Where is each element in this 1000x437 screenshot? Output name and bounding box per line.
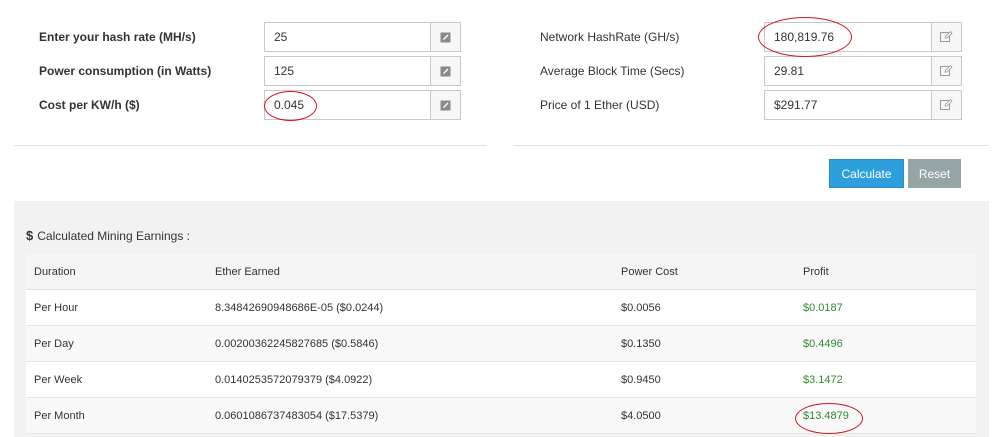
ether-price-input[interactable] <box>765 91 931 119</box>
profit-cell: $13.4879 <box>795 397 976 434</box>
duration-cell: Per Week <box>26 361 207 398</box>
edit-icon[interactable] <box>430 57 460 85</box>
results-title-text: Calculated Mining Earnings : <box>37 228 190 243</box>
hash-rate-input[interactable] <box>265 23 430 51</box>
duration-cell: Per Hour <box>26 289 207 326</box>
results-panel: $ Calculated Mining Earnings : Duration … <box>14 201 989 437</box>
table-row: Per Hour 8.34842690948686E-05 ($0.0244) … <box>26 289 976 326</box>
network-hashrate-field <box>764 22 962 52</box>
ether-earned-cell: 0.0601086737483054 ($17.5379) <box>207 397 613 434</box>
ether-price-field <box>764 90 962 120</box>
power-consumption-field <box>264 56 461 86</box>
power-cost-cell: $0.0056 <box>613 289 795 326</box>
table-row: Per Month 0.0601086737483054 ($17.5379) … <box>26 397 976 434</box>
profit-cell: $3.1472 <box>795 361 976 398</box>
column-header-duration: Duration <box>26 254 207 290</box>
earnings-table: Duration Ether Earned Power Cost Profit … <box>26 254 976 434</box>
network-hashrate-label: Network HashRate (GH/s) <box>540 30 680 44</box>
ether-earned-cell: 0.0140253572079379 ($4.0922) <box>207 361 613 398</box>
results-title: $ Calculated Mining Earnings : <box>26 228 190 243</box>
network-hashrate-label-row: Network HashRate (GH/s) <box>540 30 679 44</box>
duration-cell: Per Day <box>26 325 207 362</box>
ether-price-label: Price of 1 Ether (USD) <box>540 98 660 112</box>
edit-icon[interactable] <box>931 57 961 85</box>
duration-cell: Per Month <box>26 397 207 434</box>
power-cost-cell: $4.0500 <box>613 397 795 434</box>
left-divider <box>14 145 487 146</box>
column-header-ether-earned: Ether Earned <box>207 254 613 290</box>
profit-cell: $0.0187 <box>795 289 976 326</box>
edit-icon[interactable] <box>430 91 460 119</box>
ether-price-label-row: Price of 1 Ether (USD) <box>540 98 659 112</box>
column-header-profit: Profit <box>795 254 976 290</box>
right-divider <box>514 145 989 146</box>
hash-rate-label-row: Enter your hash rate (MH/s) <box>39 30 196 44</box>
ether-earned-cell: 8.34842690948686E-05 ($0.0244) <box>207 289 613 326</box>
edit-icon[interactable] <box>430 23 460 51</box>
network-hashrate-input[interactable] <box>765 23 931 51</box>
hash-rate-field <box>264 22 461 52</box>
table-row: Per Week 0.0140253572079379 ($4.0922) $0… <box>26 361 976 398</box>
block-time-label-row: Average Block Time (Secs) <box>540 64 685 78</box>
power-consumption-label: Power consumption (in Watts) <box>39 64 212 78</box>
table-header-row: Duration Ether Earned Power Cost Profit <box>26 254 976 290</box>
power-label-row: Power consumption (in Watts) <box>39 64 211 78</box>
cost-per-kwh-field <box>264 90 461 120</box>
power-cost-cell: $0.1350 <box>613 325 795 362</box>
column-header-power-cost: Power Cost <box>613 254 795 290</box>
power-consumption-input[interactable] <box>265 57 430 85</box>
block-time-input[interactable] <box>765 57 931 85</box>
profit-cell: $0.4496 <box>795 325 976 362</box>
block-time-field <box>764 56 962 86</box>
hash-rate-label: Enter your hash rate (MH/s) <box>39 30 196 44</box>
reset-button[interactable]: Reset <box>908 159 961 188</box>
dollar-icon: $ <box>26 228 34 243</box>
edit-icon[interactable] <box>931 91 961 119</box>
block-time-label: Average Block Time (Secs) <box>540 64 685 78</box>
edit-icon[interactable] <box>931 23 961 51</box>
power-cost-cell: $0.9450 <box>613 361 795 398</box>
ether-earned-cell: 0.00200362245827685 ($0.5846) <box>207 325 613 362</box>
cost-label-row: Cost per KW/h ($) <box>39 98 140 112</box>
calculate-button[interactable]: Calculate <box>829 159 904 188</box>
cost-per-kwh-label: Cost per KW/h ($) <box>39 98 140 112</box>
cost-per-kwh-input[interactable] <box>265 91 430 119</box>
table-row: Per Day 0.00200362245827685 ($0.5846) $0… <box>26 325 976 362</box>
